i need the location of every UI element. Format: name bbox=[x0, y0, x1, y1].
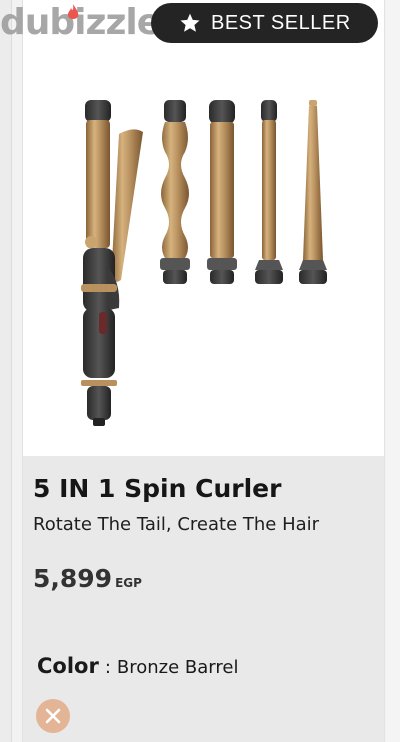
curler-straight-barrel bbox=[207, 100, 237, 284]
price-currency: EGP bbox=[115, 576, 142, 590]
product-image[interactable] bbox=[23, 48, 384, 456]
product-tagline: Rotate The Tail, Create The Hair bbox=[33, 514, 320, 535]
best-seller-badge: BEST SELLER bbox=[151, 3, 378, 43]
curler-wave-barrel bbox=[160, 100, 190, 284]
curler-main bbox=[81, 100, 143, 426]
price: 5,899 EGP bbox=[33, 564, 142, 593]
color-label: Color bbox=[37, 654, 99, 678]
product-title: 5 IN 1 Spin Curler bbox=[33, 474, 282, 503]
curler-slim-barrel bbox=[255, 100, 283, 284]
price-value: 5,899 bbox=[33, 564, 113, 593]
flame-icon bbox=[67, 4, 79, 19]
star-icon bbox=[180, 13, 200, 32]
close-icon bbox=[45, 708, 61, 724]
logo-text: dubizzle bbox=[0, 2, 161, 43]
badge-label: BEST SELLER bbox=[211, 11, 351, 34]
color-attribute: Color : Bronze Barrel bbox=[37, 654, 238, 678]
color-separator: : bbox=[104, 657, 111, 678]
page-margin bbox=[386, 0, 400, 742]
previous-card-edge[interactable] bbox=[0, 0, 12, 742]
color-swatch-button[interactable] bbox=[36, 699, 70, 733]
color-value: Bronze Barrel bbox=[116, 657, 239, 678]
dubizzle-logo[interactable]: dubizzle bbox=[0, 2, 161, 52]
curler-cone-barrel bbox=[299, 100, 327, 284]
